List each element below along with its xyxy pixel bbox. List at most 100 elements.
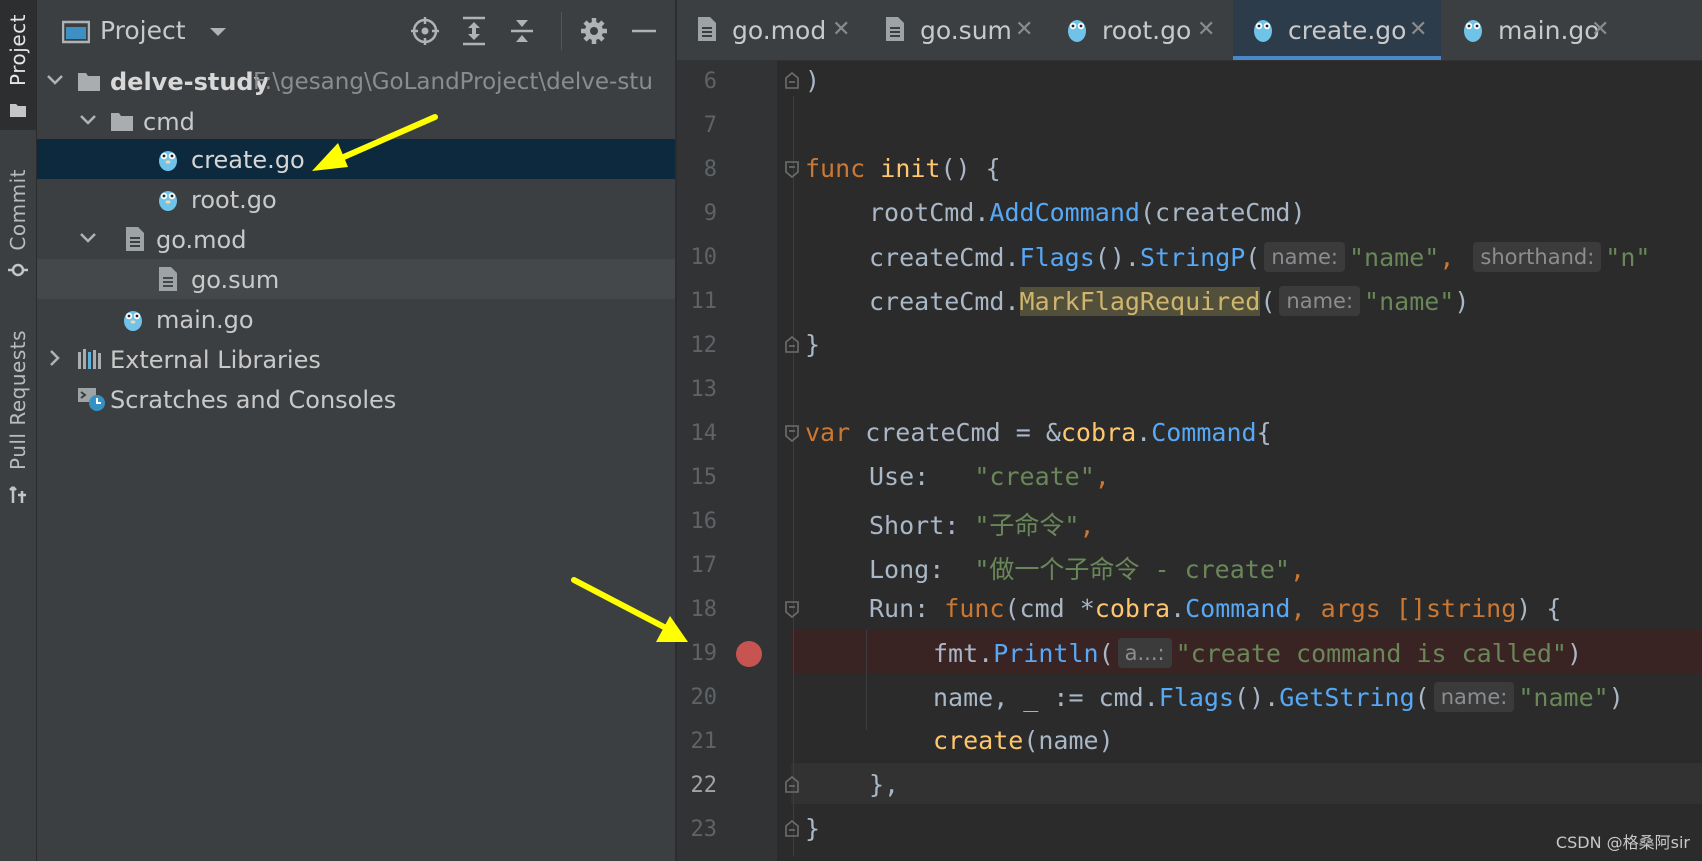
tab-root-go[interactable]: root.go ✕ bbox=[1047, 0, 1227, 60]
fold-start-icon[interactable] bbox=[784, 600, 800, 618]
line-number[interactable]: 21 bbox=[677, 729, 718, 754]
code-line-18[interactable]: Run: func(cmd *cobra.Command, args []str… bbox=[677, 588, 1702, 632]
fold-end-icon[interactable] bbox=[784, 336, 800, 354]
fold-start-icon[interactable] bbox=[784, 424, 800, 442]
code-token: ) bbox=[1566, 639, 1583, 668]
line-number[interactable]: 6 bbox=[677, 69, 717, 94]
line-number[interactable]: 8 bbox=[677, 157, 717, 182]
tab-project-vertical[interactable]: Project bbox=[0, 0, 36, 130]
tree-item-external-libraries[interactable]: External Libraries bbox=[37, 339, 675, 379]
chevron-down-icon[interactable] bbox=[44, 69, 66, 91]
line-number[interactable]: 14 bbox=[677, 421, 718, 446]
line-number[interactable]: 12 bbox=[677, 333, 718, 358]
code-line-15[interactable]: Use: "create", bbox=[677, 456, 1702, 500]
fold-end-icon[interactable] bbox=[784, 776, 800, 794]
line-number[interactable]: 10 bbox=[677, 245, 718, 270]
tab-go-sum[interactable]: go.sum ✕ bbox=[865, 0, 1045, 60]
expand-all-icon[interactable] bbox=[457, 14, 491, 48]
watermark: CSDN @格桑阿sir bbox=[1555, 833, 1690, 852]
folder-icon bbox=[111, 113, 133, 131]
code-token: () { bbox=[940, 154, 1001, 183]
tree-item-go-mod[interactable]: go.mod bbox=[37, 219, 675, 259]
code-line-19[interactable]: fmt.Println(a...: "create command is call… bbox=[677, 632, 1702, 676]
code-line-22[interactable]: }, bbox=[677, 764, 1702, 808]
code-method: AddCommand bbox=[989, 198, 1140, 227]
breakpoint-icon[interactable] bbox=[736, 641, 762, 667]
fold-end-icon[interactable] bbox=[784, 820, 800, 838]
code-line-20[interactable]: name, _ := cmd.Flags().GetString(name: "n… bbox=[677, 676, 1702, 720]
tree-item-main-go[interactable]: main.go bbox=[37, 299, 675, 339]
tab-go-mod[interactable]: go.mod ✕ bbox=[677, 0, 863, 60]
gear-icon[interactable] bbox=[577, 14, 611, 48]
tree-item-scratches[interactable]: Scratches and Consoles bbox=[37, 379, 675, 419]
tab-main-go[interactable]: main.go ✕ bbox=[1443, 0, 1623, 60]
tree-item-root-go[interactable]: root.go bbox=[37, 179, 675, 219]
tree-item-label: go.mod bbox=[156, 226, 247, 254]
fold-start-icon[interactable] bbox=[784, 160, 800, 178]
code-line-17[interactable]: Long: "做一个子命令 - create", bbox=[677, 544, 1702, 588]
tree-item-label: delve-study bbox=[110, 68, 270, 96]
code-line-8[interactable]: func init() { bbox=[677, 148, 1702, 192]
project-view-selector[interactable]: Project bbox=[100, 16, 186, 45]
gopher-icon bbox=[1068, 20, 1086, 42]
code-line-23[interactable]: } bbox=[677, 808, 1702, 852]
line-number[interactable]: 11 bbox=[677, 289, 718, 314]
chevron-down-icon[interactable] bbox=[77, 227, 99, 249]
code-line-21[interactable]: create(name) bbox=[677, 720, 1702, 764]
libraries-icon bbox=[78, 349, 101, 369]
close-icon[interactable]: ✕ bbox=[1409, 17, 1427, 42]
chevron-down-icon[interactable] bbox=[209, 25, 227, 39]
line-number[interactable]: 13 bbox=[677, 377, 718, 402]
project-tab-label: Project bbox=[6, 14, 30, 86]
fold-end-icon[interactable] bbox=[784, 72, 800, 90]
minimize-icon[interactable] bbox=[627, 14, 661, 48]
code-line-10[interactable]: createCmd.Flags().StringP(name: "name", s… bbox=[677, 236, 1702, 280]
line-number[interactable]: 22 bbox=[677, 773, 718, 798]
code-line-6[interactable]: ) bbox=[677, 60, 1702, 104]
code-field: Long: bbox=[869, 555, 975, 584]
annotation-arrow-icon bbox=[312, 114, 438, 171]
line-number[interactable]: 15 bbox=[677, 465, 718, 490]
code-line-14[interactable]: var createCmd = &cobra.Command{ bbox=[677, 412, 1702, 456]
line-number[interactable]: 7 bbox=[677, 113, 717, 138]
code-token: ) bbox=[805, 66, 821, 95]
tab-create-go[interactable]: create.go ✕ bbox=[1233, 0, 1441, 60]
tab-commit-vertical[interactable]: Commit bbox=[0, 160, 36, 290]
code-token: , args [] bbox=[1290, 594, 1426, 623]
file-icon bbox=[886, 17, 904, 41]
code-line-16[interactable]: Short: "子命令", bbox=[677, 500, 1702, 544]
code-method: Flags bbox=[1158, 683, 1235, 712]
line-number[interactable]: 20 bbox=[677, 685, 718, 710]
code-token: fmt. bbox=[933, 639, 994, 668]
tab-pull-requests-vertical[interactable]: Pull Requests bbox=[0, 320, 36, 520]
chevron-right-icon[interactable] bbox=[44, 347, 66, 369]
code-token: (createCmd) bbox=[1139, 198, 1306, 227]
close-icon[interactable]: ✕ bbox=[1591, 17, 1609, 42]
code-token: ) bbox=[1608, 683, 1624, 712]
tree-item-label: main.go bbox=[156, 306, 254, 334]
code-package: cobra bbox=[1060, 418, 1137, 447]
pull-request-icon bbox=[9, 486, 26, 503]
tab-label: go.sum bbox=[920, 16, 1012, 45]
code-line-11[interactable]: createCmd.MarkFlagRequired(name: "name") bbox=[677, 280, 1702, 324]
code-line-9[interactable]: rootCmd.AddCommand(createCmd) bbox=[677, 192, 1702, 236]
tree-item-go-sum[interactable]: go.sum bbox=[37, 259, 675, 299]
line-number[interactable]: 9 bbox=[677, 201, 717, 226]
locate-icon[interactable] bbox=[408, 14, 442, 48]
code-line-12[interactable]: } bbox=[677, 324, 1702, 368]
tree-item-delve-study[interactable]: delve-study F:\gesang\GoLandProject\delv… bbox=[37, 61, 675, 101]
line-number[interactable]: 16 bbox=[677, 509, 718, 534]
toolbar-divider bbox=[561, 12, 562, 50]
code-type: Command bbox=[1185, 594, 1291, 623]
chevron-down-icon[interactable] bbox=[77, 109, 99, 131]
code-token: createCmd. bbox=[869, 287, 1020, 316]
close-icon[interactable]: ✕ bbox=[1197, 17, 1215, 42]
commit-tab-label: Commit bbox=[6, 169, 30, 251]
line-number[interactable]: 23 bbox=[677, 817, 718, 842]
close-icon[interactable]: ✕ bbox=[1015, 17, 1033, 42]
close-icon[interactable]: ✕ bbox=[832, 17, 850, 42]
parameter-hint: shorthand: bbox=[1473, 242, 1602, 272]
code-type: Command bbox=[1151, 418, 1257, 447]
collapse-all-icon[interactable] bbox=[505, 14, 539, 48]
file-icon bbox=[126, 227, 144, 251]
